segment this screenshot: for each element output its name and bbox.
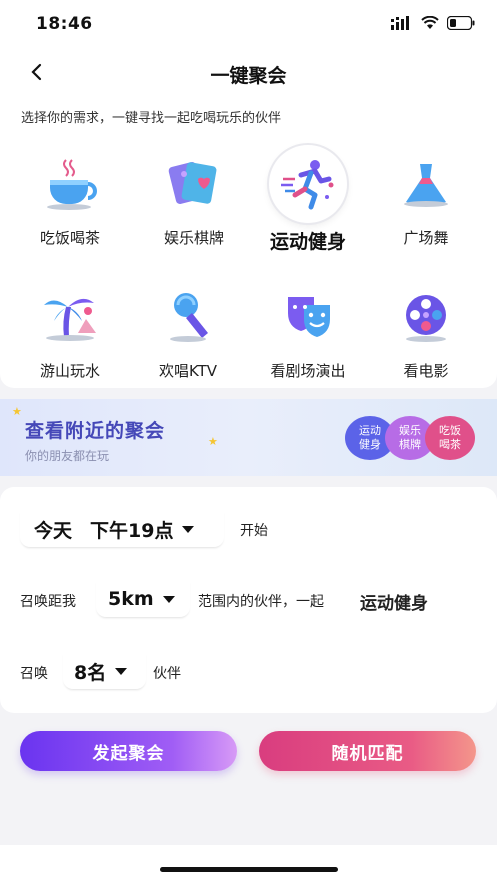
running-icon: [269, 145, 347, 223]
status-bar: 18:46: [0, 0, 497, 50]
microphone-icon: [153, 282, 223, 352]
launch-gathering-button[interactable]: 发起聚会: [20, 731, 237, 771]
cards-icon: [159, 149, 229, 219]
count-value: 8名: [74, 661, 107, 684]
caret-down-icon: [162, 595, 175, 603]
category-cards[interactable]: 娱乐棋牌: [132, 149, 256, 248]
day-value: 今天: [34, 519, 73, 542]
category-label: 游山玩水: [39, 362, 100, 380]
dancing-dress-icon: [391, 149, 461, 219]
count-prefix: 召唤: [20, 666, 48, 682]
category-card: 选择你的需求，一键寻找一起吃喝玩乐的伙伴 吃饭喝茶 娱乐棋牌 运动健身 广场舞 …: [0, 96, 497, 388]
page-subtitle: 选择你的需求，一键寻找一起吃喝玩乐的伙伴: [21, 111, 282, 126]
category-label: 看剧场演出: [270, 362, 346, 380]
distance-select[interactable]: 5km: [96, 581, 190, 617]
banner-subtitle: 你的朋友都在玩: [25, 449, 110, 463]
category-ktv[interactable]: 欢唱KTV: [126, 282, 250, 381]
category-label: 广场舞: [403, 229, 449, 247]
battery-icon: [447, 16, 475, 30]
category-theater[interactable]: 看剧场演出: [246, 282, 370, 381]
category-dining[interactable]: 吃饭喝茶: [8, 149, 132, 248]
distance-value: 5km: [108, 588, 154, 610]
banner-title: 查看附近的聚会: [25, 420, 166, 442]
film-reel-icon: [391, 282, 461, 352]
random-match-button[interactable]: 随机匹配: [259, 731, 476, 771]
range-text: 范围内的伙伴，一起: [198, 594, 324, 610]
gathering-form: 今天 下午19点 开始 召唤距我 5km 范围内的伙伴，一起 运动健身 召唤 8…: [0, 487, 497, 713]
nav-bar: 一键聚会: [0, 50, 497, 96]
time-value: 下午19点: [90, 519, 174, 542]
star-icon: ★: [208, 435, 218, 448]
category-movie[interactable]: 看电影: [364, 282, 488, 381]
status-time: 18:46: [36, 14, 93, 34]
count-select[interactable]: 8名: [63, 653, 146, 689]
caret-down-icon: [182, 525, 195, 533]
category-square-dance[interactable]: 广场舞: [364, 149, 488, 248]
home-indicator-area: [0, 845, 497, 883]
start-label: 开始: [240, 523, 268, 539]
nearby-gatherings-banner[interactable]: ★ ★ 查看附近的聚会 你的朋友都在玩 运动 健身 娱乐 棋牌 吃饭 喝茶: [0, 399, 497, 476]
category-label: 吃饭喝茶: [39, 229, 100, 247]
wifi-icon: [421, 16, 439, 29]
category-fitness[interactable]: 运动健身: [246, 145, 370, 254]
category-label: 娱乐棋牌: [163, 229, 224, 247]
category-label: 看电影: [403, 362, 449, 380]
category-travel[interactable]: 游山玩水: [8, 282, 132, 381]
star-icon: ★: [12, 405, 22, 418]
palm-tree-icon: [35, 282, 105, 352]
home-indicator[interactable]: [160, 867, 338, 872]
page-title: 一键聚会: [210, 65, 287, 87]
category-label: 欢唱KTV: [158, 362, 218, 380]
bubble-dining: 吃饭 喝茶: [425, 416, 475, 460]
count-suffix: 伙伴: [153, 666, 181, 682]
status-icons: [391, 16, 475, 30]
tea-cup-icon: [35, 149, 105, 219]
caret-down-icon: [115, 667, 128, 675]
category-label: 运动健身: [269, 231, 346, 253]
theater-mask-icon: [273, 282, 343, 352]
datetime-select[interactable]: 今天 下午19点: [20, 511, 224, 547]
activity-value: 运动健身: [360, 594, 428, 614]
summon-prefix: 召唤距我: [20, 594, 76, 610]
signal-icon: [391, 16, 409, 30]
